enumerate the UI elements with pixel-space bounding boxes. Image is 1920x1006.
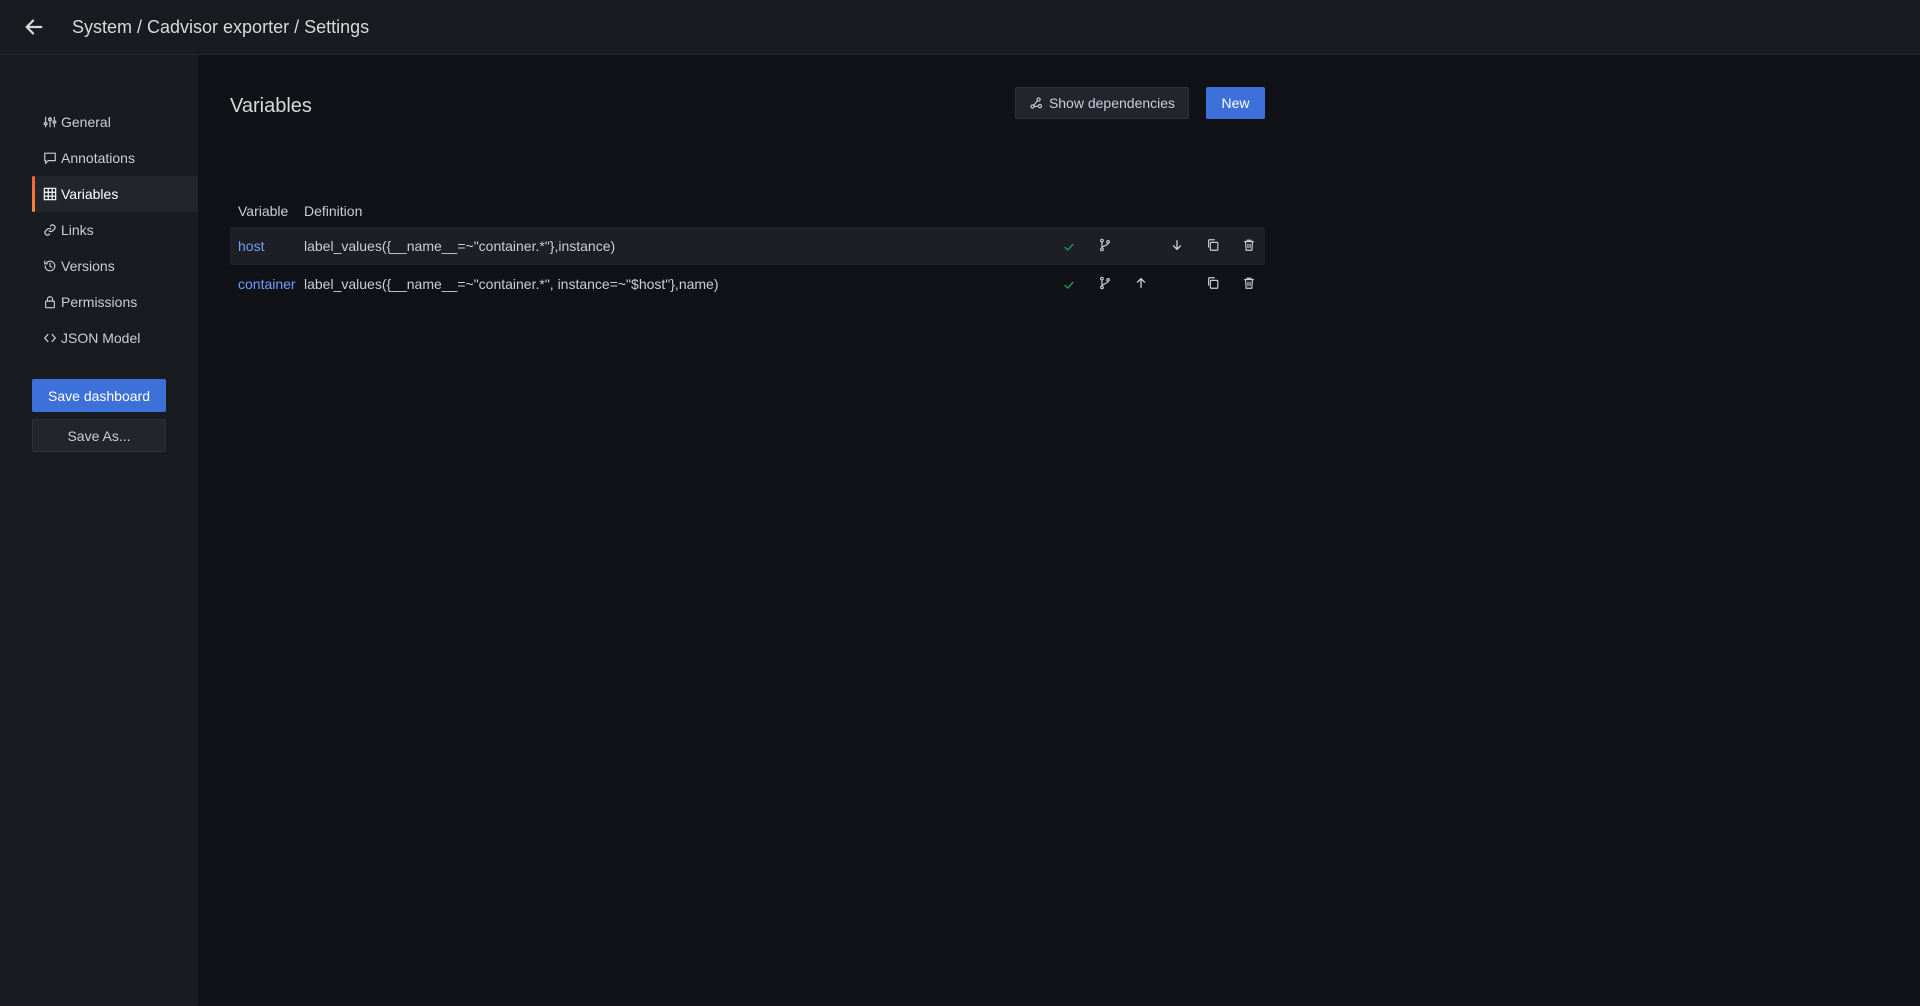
sidebar-item-json-model[interactable]: JSON Model — [32, 320, 198, 356]
table-row: host label_values({__name__=~"container.… — [230, 227, 1265, 265]
sidebar-item-variables[interactable]: Variables — [32, 176, 198, 212]
save-as-button[interactable]: Save As... — [32, 419, 166, 452]
back-button[interactable] — [0, 0, 68, 55]
show-dependencies-label: Show dependencies — [1048, 95, 1176, 111]
sidebar-item-label: Permissions — [61, 294, 138, 310]
settings-sidebar: General Annotations Variables Links Vers… — [0, 55, 198, 1006]
lock-icon — [42, 294, 58, 310]
link-icon — [42, 222, 58, 238]
sidebar-item-label: Variables — [61, 186, 119, 202]
column-header-definition: Definition — [304, 203, 363, 219]
check-icon — [1061, 239, 1077, 255]
table-header: Variable Definition — [230, 195, 1265, 227]
sidebar-item-versions[interactable]: Versions — [32, 248, 198, 284]
settings-nav: General Annotations Variables Links Vers… — [32, 104, 198, 356]
arrow-up-icon[interactable] — [1133, 275, 1149, 291]
top-bar: System / Cadvisor exporter / Settings — [0, 0, 1920, 55]
copy-icon[interactable] — [1205, 275, 1221, 291]
trash-icon[interactable] — [1241, 237, 1257, 253]
branch-icon[interactable] — [1097, 275, 1113, 291]
sidebar-item-permissions[interactable]: Permissions — [32, 284, 198, 320]
sidebar-item-links[interactable]: Links — [32, 212, 198, 248]
section-title: Variables — [230, 95, 312, 117]
branch-icon[interactable] — [1097, 237, 1113, 253]
new-variable-button[interactable]: New — [1206, 87, 1265, 119]
sidebar-item-label: Annotations — [61, 150, 135, 166]
sidebar-item-label: General — [61, 114, 111, 130]
table-icon — [42, 186, 58, 202]
save-dashboard-button[interactable]: Save dashboard — [32, 379, 166, 412]
sidebar-item-annotations[interactable]: Annotations — [32, 140, 198, 176]
sidebar-item-label: Links — [61, 222, 94, 238]
trash-icon[interactable] — [1241, 275, 1257, 291]
arrow-down-icon[interactable] — [1169, 237, 1185, 253]
column-header-variable: Variable — [238, 203, 289, 219]
variables-table: Variable Definition host label_values({_… — [230, 195, 1265, 303]
code-icon — [42, 330, 58, 346]
sidebar-item-label: Versions — [61, 258, 115, 274]
sidebar-item-label: JSON Model — [61, 330, 141, 346]
dependencies-icon — [1030, 97, 1043, 109]
table-row: container label_values({__name__=~"conta… — [230, 265, 1265, 303]
history-icon — [42, 258, 58, 274]
sidebar-item-general[interactable]: General — [32, 104, 198, 140]
sliders-icon — [42, 114, 58, 130]
comment-icon — [42, 150, 58, 166]
page-title: System / Cadvisor exporter / Settings — [72, 16, 370, 37]
check-icon — [1061, 277, 1077, 293]
arrow-left-icon — [25, 19, 43, 35]
show-dependencies-button[interactable]: Show dependencies — [1015, 87, 1189, 119]
copy-icon[interactable] — [1205, 237, 1221, 253]
main-content: Variables Show dependencies New Variable… — [198, 55, 1920, 1006]
